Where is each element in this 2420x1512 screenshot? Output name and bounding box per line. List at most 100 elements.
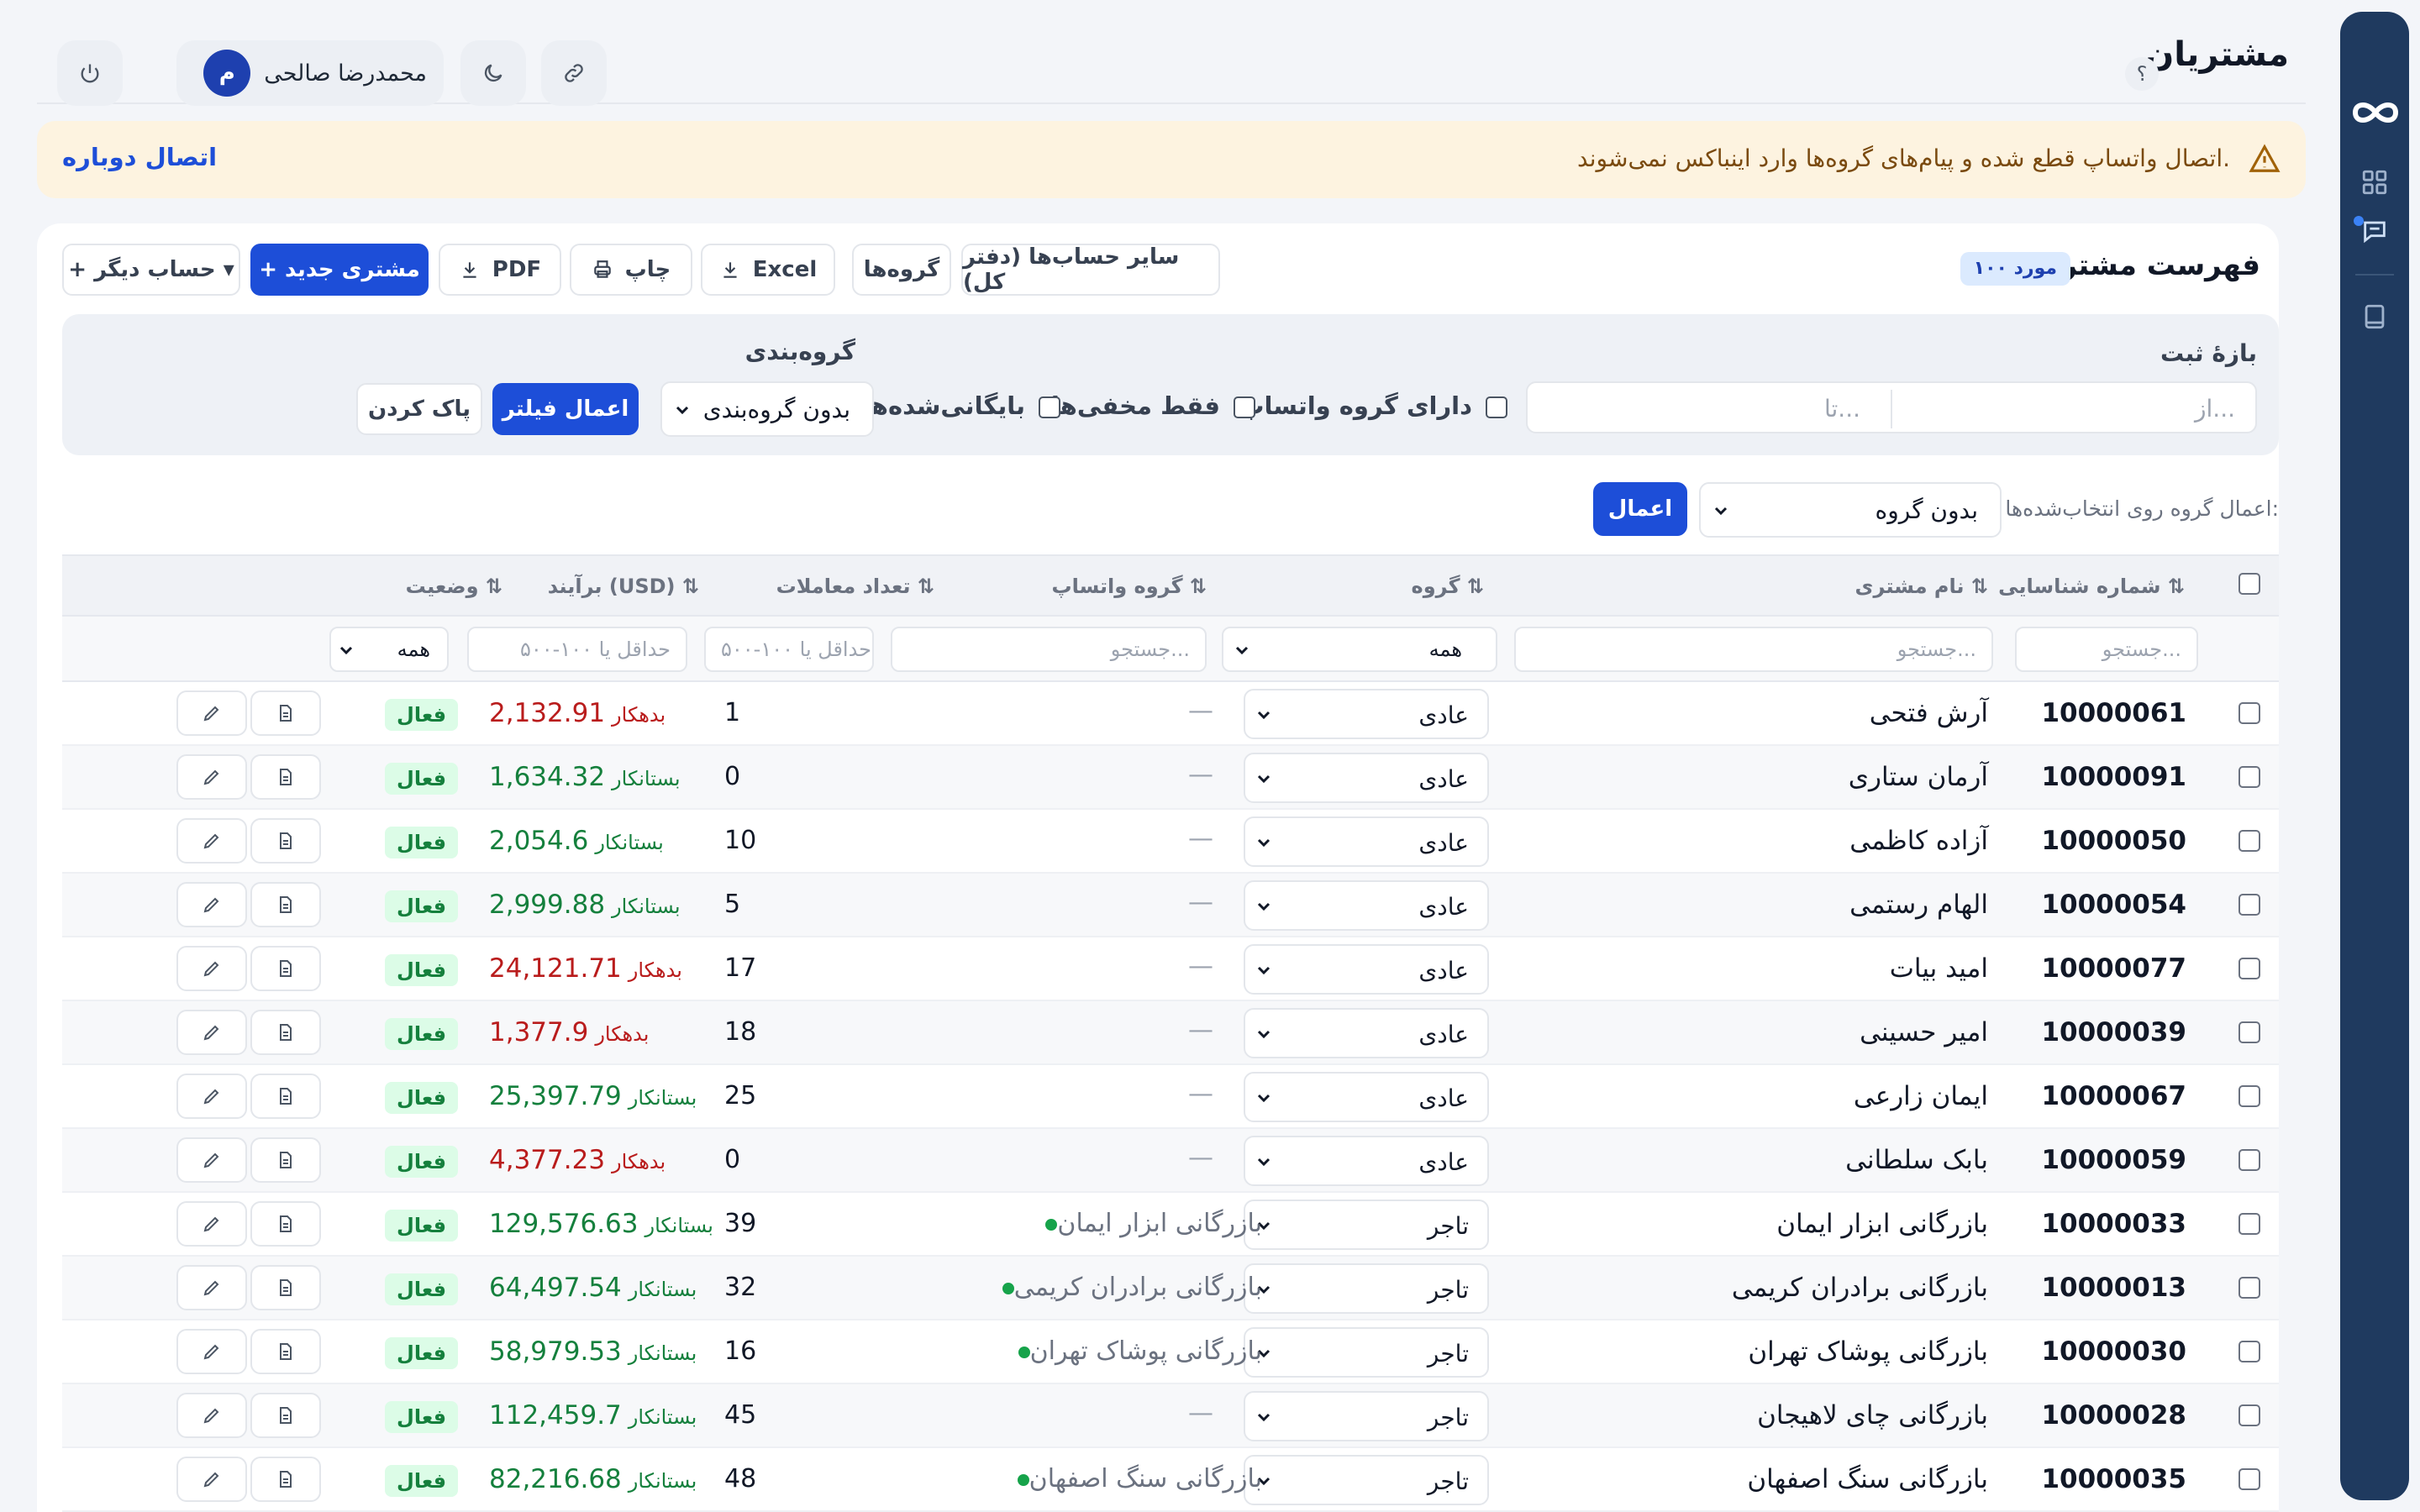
statement-button[interactable] (250, 1137, 321, 1183)
row-checkbox[interactable] (2238, 894, 2260, 916)
row-checkbox[interactable] (2238, 766, 2260, 788)
statement-button[interactable] (250, 1074, 321, 1119)
edit-button[interactable] (176, 882, 247, 927)
other-accounts-button[interactable]: سایر حساب‌ها (دفتر کل) (961, 244, 1220, 296)
apply-filter-button[interactable]: اعمال فیلتر (492, 383, 639, 435)
only-hidden-checkbox[interactable] (1234, 396, 1255, 418)
clear-filter-button[interactable]: پاک کردن (356, 383, 482, 435)
row-checkbox[interactable] (2238, 1404, 2260, 1426)
statement-button[interactable] (250, 1265, 321, 1310)
id-filter-input[interactable]: جستجو... (2015, 627, 2198, 672)
row-checkbox[interactable] (2238, 1021, 2260, 1043)
statement-button[interactable] (250, 882, 321, 927)
row-checkbox[interactable] (2238, 958, 2260, 979)
customer-name[interactable]: بازرگانی چای لاهیجان (1757, 1400, 1988, 1431)
row-group-select[interactable]: عادی (1244, 944, 1489, 995)
statement-button[interactable] (250, 1010, 321, 1055)
theme-toggle-button[interactable] (460, 40, 526, 106)
customer-name[interactable]: بابک سلطانی (1845, 1145, 1988, 1175)
balance-filter-input[interactable]: حداقل یا ۱۰۰-۵۰۰ (467, 627, 687, 672)
col-status-header[interactable]: وضعیت ⇅ (406, 575, 502, 598)
row-group-select[interactable]: تاجر (1244, 1263, 1489, 1314)
customer-name[interactable]: بازرگانی برادران کریمی (1732, 1273, 1988, 1303)
edit-button[interactable] (176, 1010, 247, 1055)
status-filter-select[interactable]: همه (329, 627, 449, 672)
row-checkbox[interactable] (2238, 702, 2260, 724)
col-name-header[interactable]: نام مشتری ⇅ (1855, 575, 1988, 598)
table-row[interactable]: 10000077 امید بیات عادی — 17 24,121.71 بدهکار ف… (62, 937, 2279, 1001)
customer-name[interactable]: آزاده کاظمی (1849, 826, 1988, 856)
customer-name[interactable]: بازرگانی پوشاک تهران (1748, 1336, 1988, 1367)
row-group-select[interactable]: تاجر (1244, 1327, 1489, 1378)
table-row[interactable]: 10000061 آرش فتحی عادی — 1 2,132.91 بدهکار فعال (62, 682, 2279, 746)
col-whatsapp-header[interactable]: گروه واتساپ ⇅ (1051, 575, 1207, 598)
grouping-select[interactable]: بدون گروه‌بندی (660, 381, 874, 437)
statement-button[interactable] (250, 1329, 321, 1374)
row-checkbox[interactable] (2238, 1468, 2260, 1490)
select-all-checkbox[interactable] (2238, 573, 2260, 595)
row-group-select[interactable]: عادی (1244, 1008, 1489, 1058)
table-row[interactable]: 10000050 آزاده کاظمی عادی — 10 2,054.6 بستانکا… (62, 810, 2279, 874)
edit-button[interactable] (176, 1457, 247, 1502)
help-button[interactable]: ؟ (2125, 57, 2159, 91)
row-checkbox[interactable] (2238, 830, 2260, 852)
pdf-export-button[interactable]: PDF (439, 244, 561, 296)
table-row[interactable]: 10000091 آرمان ستاری عادی — 0 1,634.32 بستانکا… (62, 746, 2279, 810)
statement-button[interactable] (250, 818, 321, 864)
customer-name[interactable]: امید بیات (1890, 953, 1988, 984)
infinity-logo[interactable] (2350, 87, 2401, 138)
col-group-header[interactable]: گروه ⇅ (1412, 575, 1484, 598)
row-group-select[interactable]: عادی (1244, 880, 1489, 931)
group-filter-select[interactable]: همه (1222, 627, 1497, 672)
table-row[interactable]: 10000039 امیر حسینی عادی — 18 1,377.9 بدهکار فع… (62, 1001, 2279, 1065)
statement-button[interactable] (250, 946, 321, 991)
table-row[interactable]: 10000030 بازرگانی پوشاک تهران تاجر بازرگانی… (62, 1320, 2279, 1384)
col-id-header[interactable]: شماره شناسایی ⇅ (1998, 575, 2185, 598)
statement-button[interactable] (250, 1457, 321, 1502)
row-group-select[interactable]: عادی (1244, 753, 1489, 803)
row-group-select[interactable]: عادی (1244, 689, 1489, 739)
print-button[interactable]: چاپ (570, 244, 692, 296)
edit-button[interactable] (176, 1137, 247, 1183)
table-row[interactable]: 10000013 بازرگانی برادران کریمی تاجر بازرگا… (62, 1257, 2279, 1320)
whatsapp-filter-input[interactable]: جستجو... (891, 627, 1207, 672)
link-button[interactable] (541, 40, 607, 106)
edit-button[interactable] (176, 1074, 247, 1119)
new-customer-button[interactable]: + مشتری جدید (250, 244, 429, 296)
table-row[interactable]: 10000059 بابک سلطانی عادی — 0 4,377.23 بدهکار ف… (62, 1129, 2279, 1193)
row-checkbox[interactable] (2238, 1341, 2260, 1362)
customer-name[interactable]: الهام رستمی (1849, 890, 1988, 920)
customer-name[interactable]: امیر حسینی (1860, 1017, 1988, 1047)
archived-checkbox[interactable] (1039, 396, 1060, 418)
logout-button[interactable] (57, 40, 123, 106)
customer-name[interactable]: ایمان زارعی (1854, 1081, 1988, 1111)
bulk-apply-button[interactable]: اعمال (1593, 482, 1687, 536)
statement-button[interactable] (250, 754, 321, 800)
reconnect-link[interactable]: اتصال دوباره (62, 143, 217, 171)
statement-button[interactable] (250, 690, 321, 736)
bulk-group-select[interactable]: بدون گروه (1699, 482, 2002, 538)
edit-button[interactable] (176, 1393, 247, 1438)
edit-button[interactable] (176, 818, 247, 864)
trades-filter-input[interactable]: حداقل یا ۱۰۰-۵۰۰ (704, 627, 874, 672)
edit-button[interactable] (176, 946, 247, 991)
row-group-select[interactable]: عادی (1244, 816, 1489, 867)
col-trades-header[interactable]: تعداد معاملات ⇅ (776, 575, 934, 598)
row-checkbox[interactable] (2238, 1085, 2260, 1107)
row-checkbox[interactable] (2238, 1277, 2260, 1299)
row-group-select[interactable]: عادی (1244, 1072, 1489, 1122)
row-checkbox[interactable] (2238, 1149, 2260, 1171)
row-group-select[interactable]: تاجر (1244, 1455, 1489, 1505)
other-account-dropdown[interactable]: + حساب دیگر ▾ (62, 244, 240, 296)
statement-button[interactable] (250, 1201, 321, 1247)
excel-export-button[interactable]: Excel (701, 244, 835, 296)
row-group-select[interactable]: عادی (1244, 1136, 1489, 1186)
edit-button[interactable] (176, 690, 247, 736)
date-from-field[interactable]: از... (2195, 395, 2235, 423)
statement-button[interactable] (250, 1393, 321, 1438)
table-row[interactable]: 10000028 بازرگانی چای لاهیجان تاجر — 45 112,4… (62, 1384, 2279, 1448)
table-row[interactable]: 10000067 ایمان زارعی عادی — 25 25,397.79 بستان… (62, 1065, 2279, 1129)
edit-button[interactable] (176, 1329, 247, 1374)
customer-name[interactable]: بازرگانی ابزار ایمان (1776, 1209, 1988, 1239)
user-menu[interactable]: م محمدرضا صالحی (176, 40, 444, 106)
